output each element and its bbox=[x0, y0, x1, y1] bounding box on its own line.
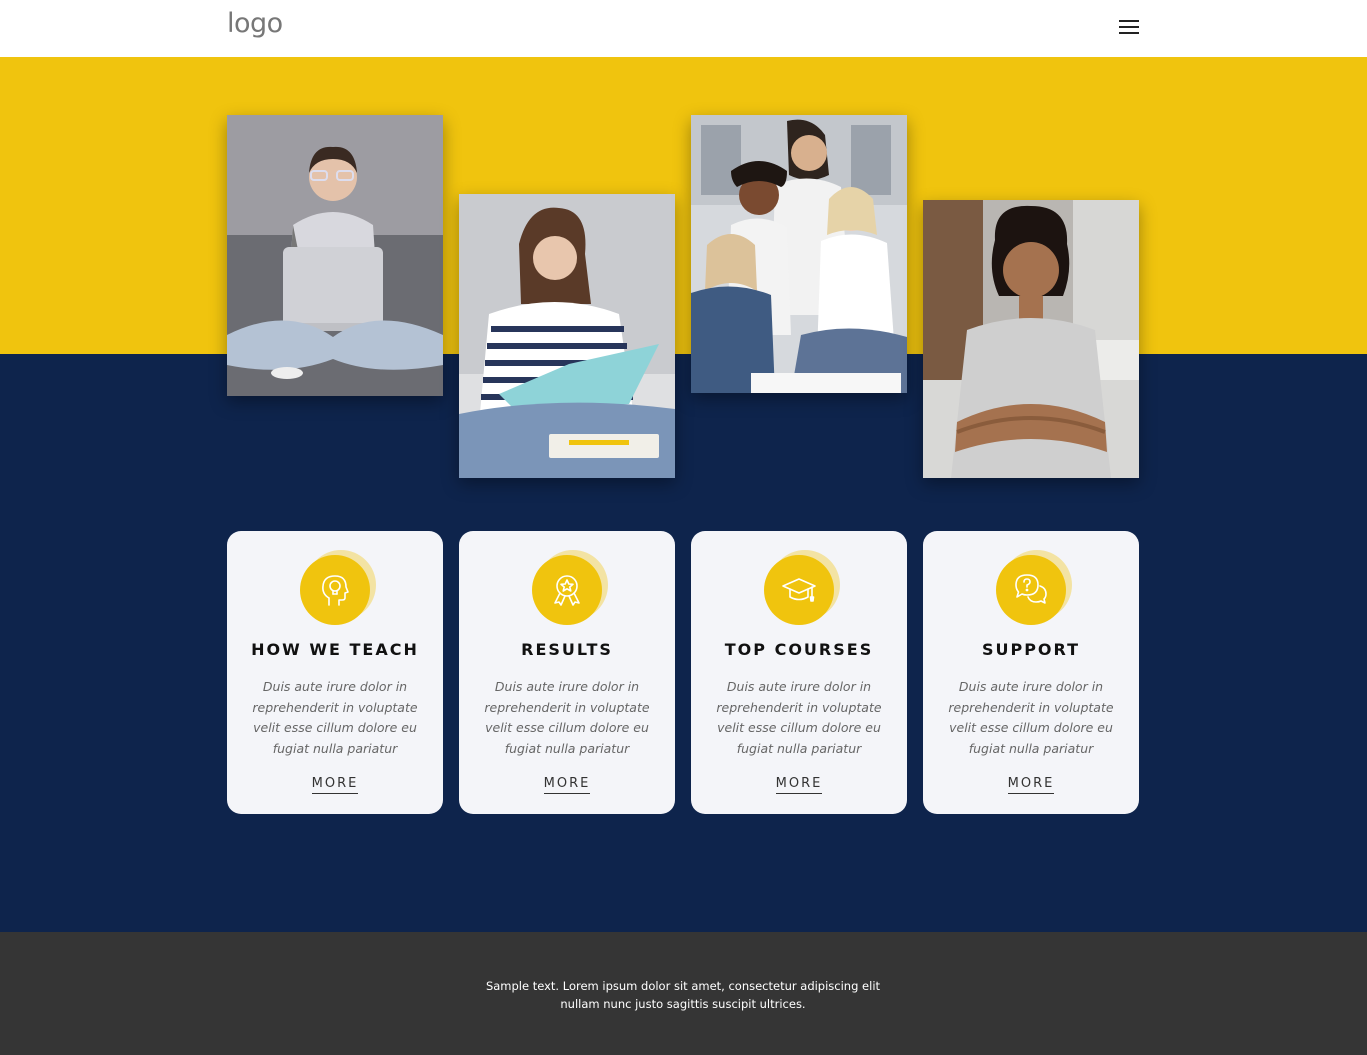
card-text: Duis aute irure dolor in reprehenderit i… bbox=[948, 679, 1114, 756]
card-icon-badge bbox=[996, 550, 1072, 626]
head-lightbulb-icon bbox=[300, 555, 370, 625]
card-text: Duis aute irure dolor in reprehenderit i… bbox=[252, 679, 418, 756]
card-text: Duis aute irure dolor in reprehenderit i… bbox=[484, 679, 650, 756]
more-link[interactable]: MORE bbox=[1007, 776, 1055, 794]
card-title: SUPPORT bbox=[981, 640, 1081, 659]
card-icon-badge bbox=[764, 550, 840, 626]
more-link[interactable]: MORE bbox=[543, 776, 591, 794]
site-footer: Sample text. Lorem ipsum dolor sit amet,… bbox=[0, 932, 1367, 1055]
hamburger-line bbox=[1119, 32, 1139, 34]
card-icon-badge bbox=[300, 550, 376, 626]
card-support: SUPPORT Duis aute irure dolor in reprehe… bbox=[923, 531, 1139, 814]
hero-yellow-band bbox=[0, 57, 1367, 354]
card-top-courses: TOP COURSES Duis aute irure dolor in rep… bbox=[691, 531, 907, 814]
hamburger-line bbox=[1119, 26, 1139, 28]
site-header: logo bbox=[0, 0, 1367, 57]
photo-student-reading bbox=[459, 194, 675, 478]
graduation-cap-icon bbox=[764, 555, 834, 625]
more-link[interactable]: MORE bbox=[775, 776, 823, 794]
card-how-we-teach: HOW WE TEACH Duis aute irure dolor in re… bbox=[227, 531, 443, 814]
card-title: HOW WE TEACH bbox=[251, 640, 419, 659]
photo-student-laptop bbox=[227, 115, 443, 396]
award-badge-icon bbox=[532, 555, 602, 625]
card-icon-badge bbox=[532, 550, 608, 626]
card-title: TOP COURSES bbox=[724, 640, 874, 659]
card-results: RESULTS Duis aute irure dolor in reprehe… bbox=[459, 531, 675, 814]
question-chat-icon bbox=[996, 555, 1066, 625]
photo-group-students bbox=[691, 115, 907, 393]
hamburger-line bbox=[1119, 20, 1139, 22]
navy-section bbox=[0, 354, 1367, 932]
hamburger-menu-icon[interactable] bbox=[1119, 19, 1139, 35]
card-title: RESULTS bbox=[521, 640, 613, 659]
photo-smiling-student bbox=[923, 200, 1139, 478]
more-link[interactable]: MORE bbox=[311, 776, 359, 794]
card-text: Duis aute irure dolor in reprehenderit i… bbox=[716, 679, 882, 756]
footer-text: Sample text. Lorem ipsum dolor sit amet,… bbox=[485, 979, 881, 1011]
logo[interactable]: logo bbox=[227, 8, 283, 39]
